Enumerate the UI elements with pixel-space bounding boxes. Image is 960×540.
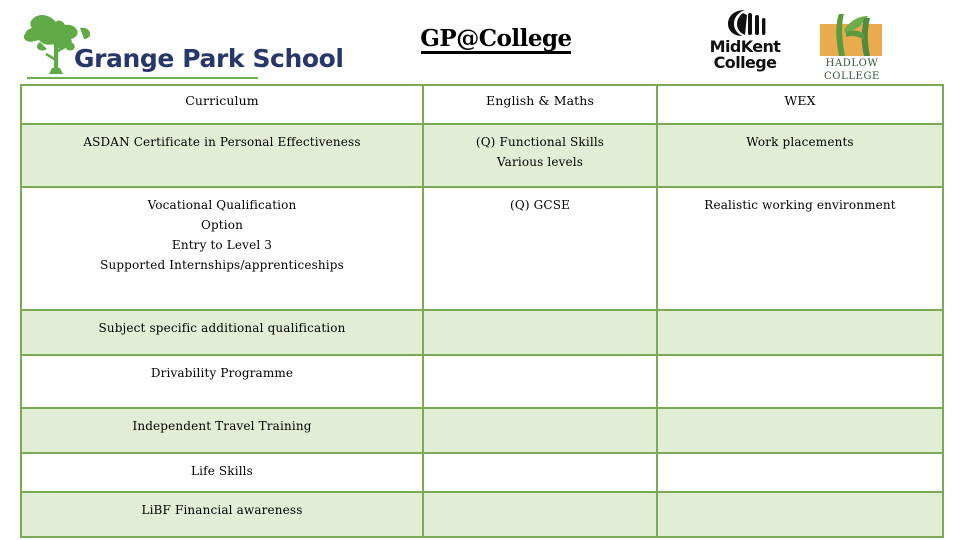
cell-wex xyxy=(656,354,944,409)
grange-park-school-logo: Grange Park School xyxy=(14,4,344,79)
table-row: Drivability Programme xyxy=(20,354,944,409)
cell-english-maths: (Q) GCSE xyxy=(422,186,658,311)
curriculum-table: Curriculum English & Maths WEX ASDAN Cer… xyxy=(20,84,944,538)
cell-english-maths xyxy=(422,309,658,356)
cell-curriculum: Drivability Programme xyxy=(20,354,424,409)
logo-underline xyxy=(27,77,258,79)
midkent-college-logo: MidKent College xyxy=(700,8,790,78)
midkent-line-2: College xyxy=(713,53,777,73)
page-title: GP@College xyxy=(396,27,596,54)
cell-wex xyxy=(656,407,944,454)
table-header: Curriculum English & Maths WEX xyxy=(20,84,944,125)
cell-wex xyxy=(656,452,944,493)
cell-line: Various levels xyxy=(496,155,584,169)
table-header-row: Curriculum English & Maths WEX xyxy=(20,84,944,125)
cell-curriculum: Independent Travel Training xyxy=(20,407,424,454)
cell-line: Realistic working environment xyxy=(704,198,896,212)
cell-wex xyxy=(656,491,944,538)
cell-english-maths xyxy=(422,452,658,493)
cell-wex: Realistic working environment xyxy=(656,186,944,311)
table-row: ASDAN Certificate in Personal Effectiven… xyxy=(20,123,944,188)
curriculum-table-wrapper: Curriculum English & Maths WEX ASDAN Cer… xyxy=(20,84,944,538)
cell-curriculum: Vocational Qualification Option Entry to L… xyxy=(20,186,424,311)
cell-line: Subject specific additional qualificatio… xyxy=(98,321,346,335)
cell-curriculum: Life Skills xyxy=(20,452,424,493)
cell-line: ASDAN Certificate in Personal Effectiven… xyxy=(83,135,361,149)
cell-wex: Work placements xyxy=(656,123,944,188)
cell-english-maths xyxy=(422,354,658,409)
table-row: Subject specific additional qualificatio… xyxy=(20,309,944,356)
cell-english-maths xyxy=(422,407,658,454)
cell-line: Life Skills xyxy=(191,464,253,478)
cell-line: Work placements xyxy=(746,135,854,149)
table-row: LiBF Financial awareness xyxy=(20,491,944,538)
hadlow-college-logo: HADLOW COLLEGE xyxy=(812,8,892,83)
cell-line: Vocational Qualification xyxy=(147,198,297,212)
page-title-text: GP@College xyxy=(420,25,572,52)
cell-curriculum: LiBF Financial awareness xyxy=(20,491,424,538)
cell-curriculum: ASDAN Certificate in Personal Effectiven… xyxy=(20,123,424,188)
hadlow-line-1: HADLOW xyxy=(825,58,879,69)
table-row: Life Skills xyxy=(20,452,944,493)
column-header-english-maths: English & Maths xyxy=(422,84,658,125)
column-header-wex: WEX xyxy=(656,84,944,125)
cell-wex xyxy=(656,309,944,356)
cell-line: Supported Internships/apprenticeships xyxy=(100,258,344,272)
column-header-curriculum: Curriculum xyxy=(20,84,424,125)
cell-line: (Q) Functional Skills xyxy=(475,135,605,149)
hadlow-line-2: COLLEGE xyxy=(824,70,880,82)
cell-english-maths xyxy=(422,491,658,538)
cell-line: Independent Travel Training xyxy=(132,419,312,433)
table-body: ASDAN Certificate in Personal Effectiven… xyxy=(20,123,944,538)
school-wordmark: Grange Park School xyxy=(74,44,344,73)
cell-curriculum: Subject specific additional qualificatio… xyxy=(20,309,424,356)
hadlow-leaf-h-icon xyxy=(836,14,870,56)
cell-line: (Q) GCSE xyxy=(510,198,570,212)
cell-line: Entry to Level 3 xyxy=(171,238,273,252)
midkent-swirl-icon xyxy=(728,10,766,36)
cell-line: Drivability Programme xyxy=(150,366,294,380)
hadlow-wordmark: HADLOW COLLEGE xyxy=(812,58,892,83)
table-row: Independent Travel Training xyxy=(20,407,944,454)
midkent-wordmark: MidKent College xyxy=(700,38,790,73)
page-header: Grange Park School GP@College MidKent Co… xyxy=(0,0,960,84)
table-row: Vocational Qualification Option Entry to L… xyxy=(20,186,944,311)
cell-line: Option xyxy=(200,218,244,232)
cell-english-maths: (Q) Functional Skills Various levels xyxy=(422,123,658,188)
cell-line: LiBF Financial awareness xyxy=(141,503,303,517)
